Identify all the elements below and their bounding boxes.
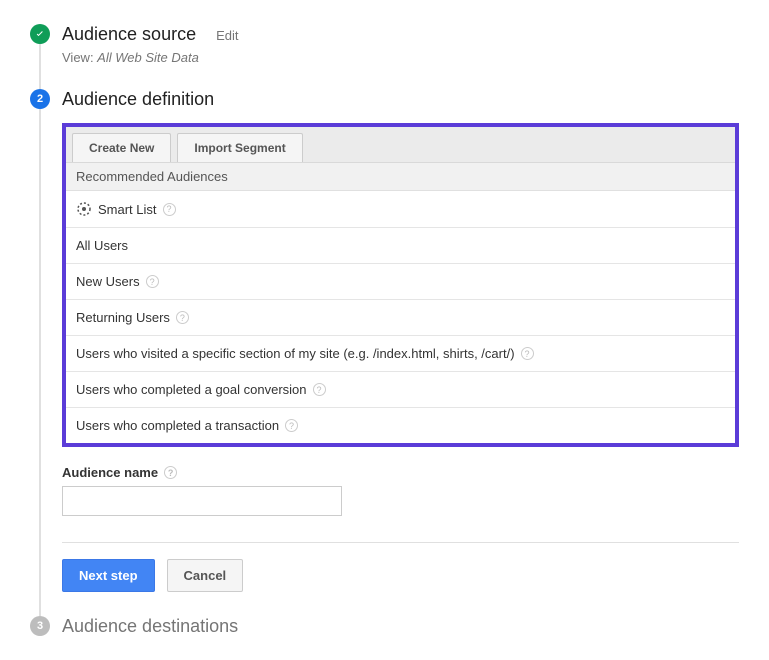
smart-list-icon: [76, 201, 92, 217]
row-label: Users who completed a transaction: [76, 418, 279, 433]
step-1-title: Audience source: [62, 24, 196, 44]
step-audience-definition: 2 Audience definition Create New Import …: [30, 89, 739, 616]
view-line: View: All Web Site Data: [62, 50, 739, 65]
step-1-content: Audience source Edit View: All Web Site …: [62, 24, 739, 89]
button-row: Next step Cancel: [62, 559, 739, 592]
step-2-indicator-active: 2: [30, 89, 50, 109]
audience-name-label-text: Audience name: [62, 465, 158, 480]
help-icon[interactable]: ?: [521, 347, 534, 360]
help-icon[interactable]: ?: [146, 275, 159, 288]
step-1-indicator-complete: [30, 24, 50, 44]
step-3-title: Audience destinations: [62, 616, 739, 636]
section-header-recommended: Recommended Audiences: [66, 163, 735, 191]
row-label: New Users: [76, 274, 140, 289]
row-label: All Users: [76, 238, 128, 253]
help-icon[interactable]: ?: [313, 383, 326, 396]
row-label: Users who completed a goal conversion: [76, 382, 307, 397]
view-label: View:: [62, 50, 97, 65]
step-3-indicator-pending: 3: [30, 616, 50, 636]
row-new-users[interactable]: New Users ?: [66, 264, 735, 300]
help-icon[interactable]: ?: [164, 466, 177, 479]
tabs: Create New Import Segment: [66, 127, 735, 163]
row-transaction[interactable]: Users who completed a transaction ?: [66, 408, 735, 443]
edit-link[interactable]: Edit: [216, 28, 238, 43]
row-label: Returning Users: [76, 310, 170, 325]
row-all-users[interactable]: All Users: [66, 228, 735, 264]
view-value: All Web Site Data: [97, 50, 199, 65]
check-icon: [34, 28, 46, 40]
audience-name-input[interactable]: [62, 486, 342, 516]
help-icon[interactable]: ?: [163, 203, 176, 216]
audience-name-field: Audience name ?: [62, 465, 739, 516]
step-2-content: Audience definition Create New Import Se…: [62, 89, 739, 616]
divider: [62, 542, 739, 543]
step-2-number: 2: [37, 93, 43, 105]
row-smart-list[interactable]: Smart List ?: [66, 191, 735, 228]
step-3-content: Audience destinations: [62, 616, 739, 636]
row-goal-conversion[interactable]: Users who completed a goal conversion ?: [66, 372, 735, 408]
help-icon[interactable]: ?: [285, 419, 298, 432]
step-3-number: 3: [37, 620, 43, 632]
step-connector: [39, 44, 41, 89]
audience-name-label: Audience name ?: [62, 465, 739, 480]
step-2-title: Audience definition: [62, 89, 739, 109]
step-connector: [39, 109, 41, 616]
step-audience-source: Audience source Edit View: All Web Site …: [30, 24, 739, 89]
next-step-button[interactable]: Next step: [62, 559, 155, 592]
tab-import-segment[interactable]: Import Segment: [177, 133, 302, 162]
audience-panel: Create New Import Segment Recommended Au…: [62, 123, 739, 447]
help-icon[interactable]: ?: [176, 311, 189, 324]
step-audience-destinations: 3 Audience destinations: [30, 616, 739, 636]
row-specific-section[interactable]: Users who visited a specific section of …: [66, 336, 735, 372]
tab-create-new[interactable]: Create New: [72, 133, 171, 162]
cancel-button[interactable]: Cancel: [167, 559, 244, 592]
row-label: Users who visited a specific section of …: [76, 346, 515, 361]
row-returning-users[interactable]: Returning Users ?: [66, 300, 735, 336]
row-label: Smart List: [98, 202, 157, 217]
